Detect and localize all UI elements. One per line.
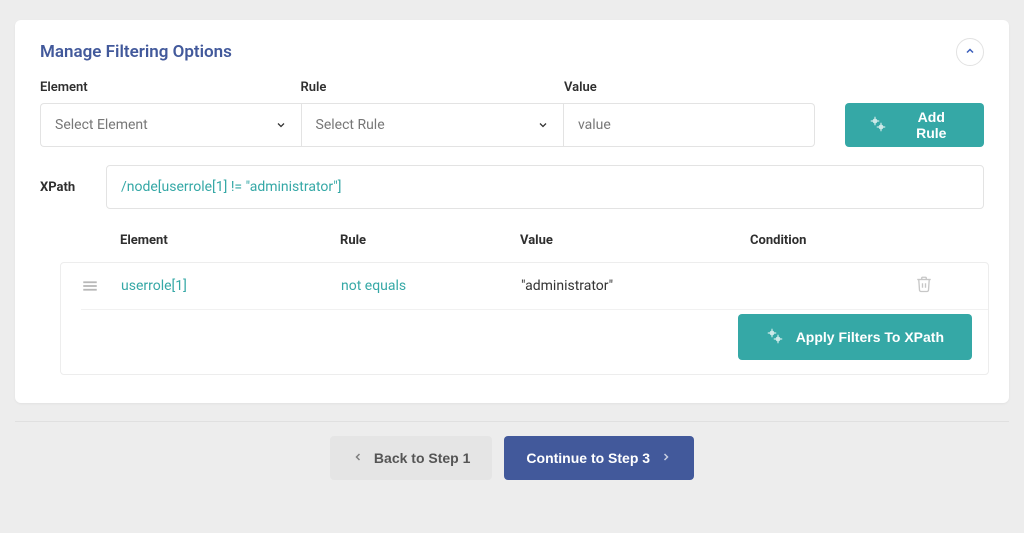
panel-title: Manage Filtering Options [40,42,232,62]
cell-value: "administrator" [521,278,751,294]
add-rule-label: Add Rule [903,109,960,141]
chevron-right-icon [660,450,672,466]
cell-element[interactable]: userrole[1] [121,278,341,294]
value-input[interactable]: value [564,103,815,147]
apply-filters-button[interactable]: Apply Filters To XPath [738,314,972,360]
element-field: Element Select Element [40,80,301,147]
xpath-label: XPath [40,180,92,195]
value-field: Value value [564,80,815,147]
rules-table: Element Rule Value Condition userrole[1]… [80,227,984,375]
gears-icon [766,327,784,348]
chevron-left-icon [352,450,364,466]
rule-label: Rule [301,80,564,95]
cell-rule[interactable]: not equals [341,278,521,294]
element-placeholder: Select Element [55,117,148,133]
rule-field: Rule Select Rule [301,80,564,147]
xpath-row: XPath /node[userrole[1] != "administrato… [40,165,984,209]
rules-table-body: userrole[1] not equals "administrator" A… [60,262,989,375]
rule-select[interactable]: Select Rule [301,103,564,147]
xpath-value: /node[userrole[1] != "administrator"] [121,179,341,195]
col-element: Element [120,233,340,248]
add-rule-button[interactable]: Add Rule [845,103,984,147]
chevron-down-icon [537,119,549,131]
rule-placeholder: Select Rule [316,117,385,133]
col-condition: Condition [750,233,890,248]
collapse-button[interactable] [956,38,984,66]
back-label: Back to Step 1 [374,450,470,466]
next-label: Continue to Step 3 [526,450,650,466]
col-value: Value [520,233,750,248]
chevron-up-icon [964,45,976,60]
trash-icon[interactable] [915,281,933,297]
next-button[interactable]: Continue to Step 3 [504,436,694,480]
panel-header: Manage Filtering Options [40,38,984,66]
table-row: userrole[1] not equals "administrator" [81,263,988,310]
filter-input-row: Element Select Element Rule Select Rule … [40,80,984,147]
apply-filters-label: Apply Filters To XPath [796,329,944,345]
drag-handle-icon[interactable] [81,277,121,295]
back-button[interactable]: Back to Step 1 [330,436,492,480]
chevron-down-icon [275,119,287,131]
value-placeholder: value [578,117,611,133]
element-label: Element [40,80,301,95]
xpath-display[interactable]: /node[userrole[1] != "administrator"] [106,165,984,209]
element-select[interactable]: Select Element [40,103,301,147]
value-label: Value [564,80,815,95]
footer-nav: Back to Step 1 Continue to Step 3 [0,422,1024,494]
gears-icon [869,115,887,136]
filtering-options-panel: Manage Filtering Options Element Select … [15,20,1009,403]
col-rule: Rule [340,233,520,248]
rules-table-header: Element Rule Value Condition [80,227,984,262]
